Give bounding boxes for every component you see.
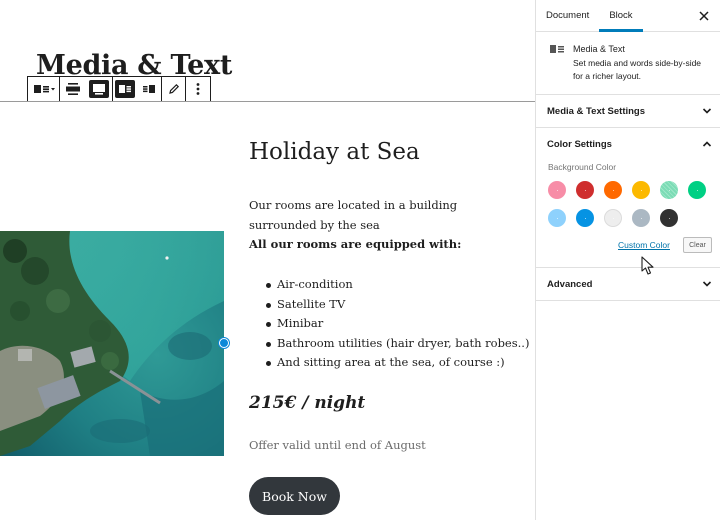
media-text-settings-toggle[interactable]: Media & Text Settings — [536, 95, 720, 127]
color-swatch[interactable] — [604, 181, 622, 199]
block-outline — [0, 101, 535, 102]
tab-document[interactable]: Document — [536, 0, 599, 31]
background-color-label: Background Color — [548, 162, 617, 172]
settings-sidebar: Document Block Media & Text Set media an… — [535, 0, 720, 520]
panel-title: Color Settings — [547, 138, 612, 150]
features-list[interactable]: Air-condition Satellite TV Minibar Bathr… — [265, 275, 529, 373]
color-swatch[interactable] — [688, 181, 706, 199]
tab-block[interactable]: Block — [599, 0, 643, 32]
list-item: Minibar — [265, 314, 529, 334]
block-toolbar — [27, 76, 211, 102]
chevron-down-icon — [702, 108, 712, 114]
media-right-button[interactable] — [137, 77, 161, 101]
custom-color-link[interactable]: Custom Color — [618, 240, 670, 250]
color-settings-toggle[interactable]: Color Settings — [536, 128, 720, 160]
book-now-button[interactable]: Book Now — [249, 477, 340, 515]
color-swatch[interactable] — [660, 181, 678, 199]
block-card: Media & Text Set media and words side-by… — [536, 32, 720, 95]
color-swatch[interactable] — [576, 209, 594, 227]
media-left-button[interactable] — [113, 77, 137, 101]
change-block-type-button[interactable] — [28, 77, 60, 101]
ellipsis-vertical-icon — [196, 83, 200, 95]
editor-canvas: Media & Text Holiday at Sea Our rooms ar… — [0, 0, 535, 520]
align-wide-button[interactable] — [60, 77, 86, 101]
pull-right-icon — [143, 85, 155, 93]
block-card-description: Set media and words side-by-side for a r… — [573, 58, 702, 81]
sidebar-tabs: Document Block — [536, 0, 720, 32]
equipped-text: All our rooms are equipped with: — [249, 237, 462, 251]
color-swatch[interactable] — [548, 209, 566, 227]
color-settings-panel: Color Settings Background Color Custom C… — [536, 128, 720, 268]
mouse-pointer-icon — [641, 256, 654, 275]
more-options-button[interactable] — [186, 77, 210, 101]
list-item: And sitting area at the sea, of course :… — [265, 353, 529, 373]
color-palette — [548, 181, 720, 227]
chevron-down-icon — [702, 281, 712, 287]
align-full-button[interactable] — [86, 77, 112, 101]
content-paragraph[interactable]: Our rooms are located in a building surr… — [249, 196, 524, 255]
list-item: Satellite TV — [265, 295, 529, 315]
align-wide-icon — [66, 83, 80, 95]
pull-left-icon — [119, 85, 131, 93]
content-heading[interactable]: Holiday at Sea — [249, 139, 420, 165]
color-swatch[interactable] — [576, 181, 594, 199]
advanced-panel: Advanced — [536, 268, 720, 301]
advanced-toggle[interactable]: Advanced — [536, 268, 720, 300]
chevron-up-icon — [702, 141, 712, 147]
align-full-icon — [93, 84, 105, 95]
clear-button[interactable]: Clear — [683, 237, 712, 253]
media-text-icon — [550, 45, 564, 53]
edit-media-button[interactable] — [162, 77, 186, 101]
color-swatch[interactable] — [604, 209, 622, 227]
paragraph-text: Our rooms are located in a building surr… — [249, 198, 458, 232]
close-icon[interactable] — [697, 9, 711, 23]
offer-text[interactable]: Offer valid until end of August — [249, 438, 426, 452]
media-text-settings-panel: Media & Text Settings — [536, 95, 720, 128]
list-item: Bathroom utilities (hair dryer, bath rob… — [265, 334, 529, 354]
panel-title: Media & Text Settings — [547, 105, 646, 117]
color-swatch[interactable] — [660, 209, 678, 227]
list-item: Air-condition — [265, 275, 529, 295]
color-actions: Custom Color Clear — [536, 227, 720, 267]
color-swatch[interactable] — [632, 209, 650, 227]
panel-title: Advanced — [547, 278, 593, 290]
block-card-title: Media & Text — [573, 44, 625, 54]
price-text[interactable]: 215€ / night — [249, 393, 365, 413]
resize-handle[interactable] — [219, 338, 229, 348]
color-swatch[interactable] — [548, 181, 566, 199]
media-image[interactable] — [0, 231, 224, 456]
color-swatch[interactable] — [632, 181, 650, 199]
pencil-icon — [168, 83, 179, 94]
media-text-icon — [33, 85, 55, 93]
